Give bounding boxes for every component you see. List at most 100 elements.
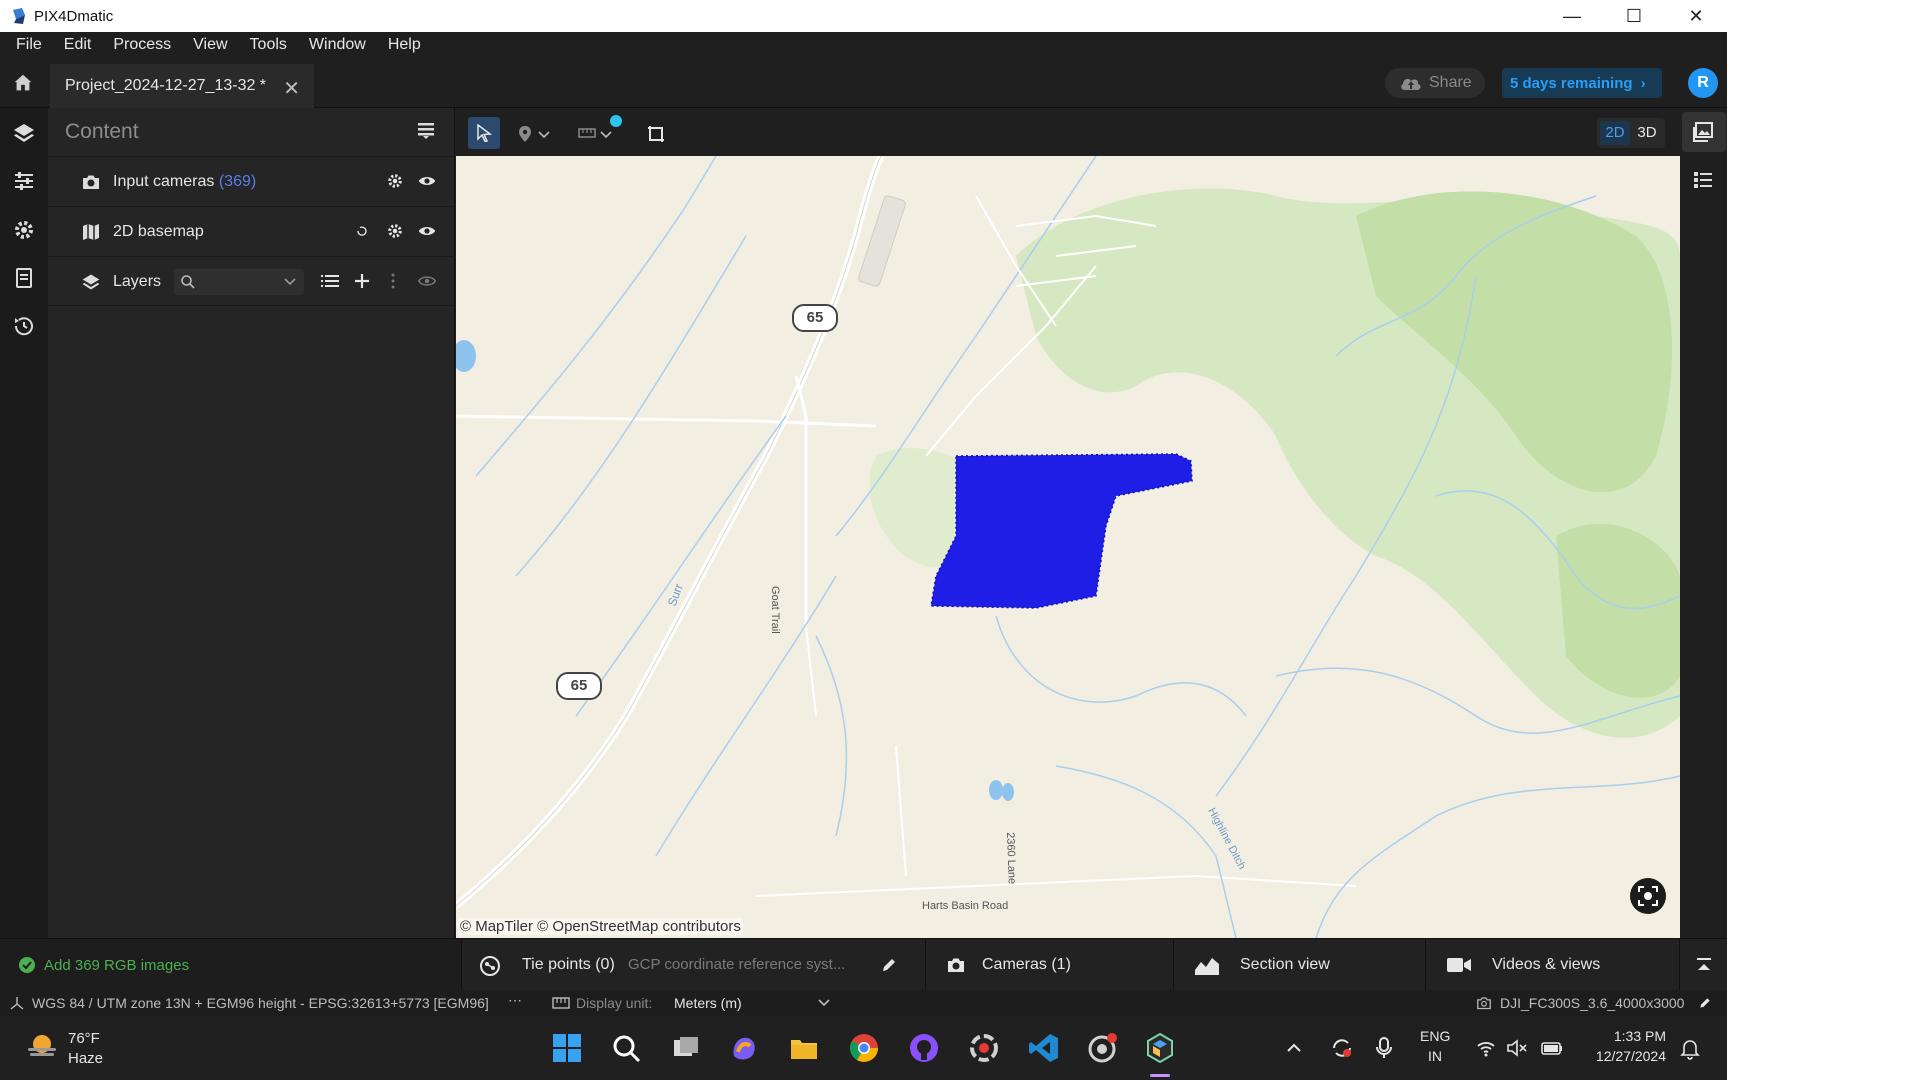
home-icon[interactable] — [12, 72, 34, 94]
expand-panel-button[interactable] — [1679, 939, 1727, 991]
trial-remaining-button[interactable]: 5 days remaining › — [1502, 68, 1662, 98]
weather-widget[interactable]: 76°F Haze — [24, 1028, 103, 1069]
report-icon[interactable] — [12, 266, 36, 290]
github-icon[interactable] — [908, 1032, 940, 1064]
recording-app-icon[interactable] — [1086, 1032, 1118, 1064]
settings-icon[interactable] — [386, 172, 404, 190]
clock-date[interactable]: 12/27/2024 — [1584, 1048, 1666, 1064]
share-button[interactable]: Share — [1385, 68, 1485, 98]
highline-ditch — [1055, 765, 1237, 938]
marker-tool-button[interactable] — [514, 117, 554, 149]
add-layer-icon[interactable] — [353, 272, 371, 290]
chevron-up-icon[interactable] — [1286, 1040, 1302, 1056]
measure-tool-button[interactable] — [576, 115, 622, 149]
menu-help[interactable]: Help — [388, 36, 421, 54]
tab-section-view[interactable]: Section view — [1173, 939, 1425, 991]
notification-bell-icon[interactable] — [1680, 1038, 1700, 1060]
language-region[interactable]: IN — [1428, 1048, 1442, 1064]
chevron-down-icon[interactable] — [284, 277, 296, 287]
tab-videos-views[interactable]: Videos & views — [1425, 939, 1679, 991]
chrome-icon[interactable] — [848, 1032, 880, 1064]
view-3d-button[interactable]: 3D — [1632, 124, 1662, 141]
layers-label: Layers — [113, 273, 162, 290]
menu-view[interactable]: View — [193, 36, 227, 54]
menu-tools[interactable]: Tools — [250, 36, 287, 54]
menu-window[interactable]: Window — [309, 36, 366, 54]
stream — [475, 156, 717, 477]
view-mode-toggle[interactable]: 2D 3D — [1597, 118, 1665, 148]
list-view-icon[interactable] — [320, 272, 340, 290]
window-title: PIX4Dmatic — [34, 7, 114, 25]
menu-edit[interactable]: Edit — [64, 36, 92, 54]
chevron-down-icon[interactable] — [818, 999, 830, 1007]
section-view-icon — [1195, 958, 1219, 975]
vscode-icon[interactable] — [1028, 1032, 1060, 1064]
gear-icon[interactable] — [12, 218, 36, 242]
close-icon[interactable]: ✕ — [1665, 0, 1727, 32]
windows-taskbar: 76°F Haze ENG IN 1:33 PM 12/27/2024 — [0, 1016, 1727, 1080]
language-code[interactable]: ENG — [1420, 1028, 1450, 1044]
cursor-icon — [477, 124, 492, 142]
tab-project[interactable]: Project_2024-12-27_13-32 * ✕ — [50, 64, 314, 108]
menu-file[interactable]: File — [16, 36, 42, 54]
stream — [1315, 775, 1680, 938]
file-explorer-icon[interactable] — [788, 1032, 820, 1064]
more-vertical-icon[interactable] — [390, 272, 396, 290]
layers-search-input[interactable] — [200, 272, 270, 292]
app-window: PIX4Dmatic — ☐ ✕ File Edit Process View … — [0, 0, 1727, 1080]
ruler-icon — [552, 997, 570, 1009]
sliders-icon[interactable] — [12, 169, 36, 193]
videos-views-label: Videos & views — [1492, 956, 1601, 973]
visibility-eye-icon[interactable] — [418, 222, 436, 240]
cloud-upload-icon — [1401, 78, 1421, 90]
refresh-icon[interactable] — [354, 222, 370, 240]
crop-tool-button[interactable] — [640, 117, 672, 149]
crs-text[interactable]: WGS 84 / UTM zone 13N + EGM96 height - E… — [32, 995, 489, 1011]
edit-pencil-icon[interactable] — [1698, 996, 1712, 1010]
battery-charging-icon[interactable] — [1540, 1038, 1564, 1058]
image-gallery-icon[interactable] — [1691, 120, 1715, 144]
display-unit-select[interactable]: Meters (m) — [674, 995, 742, 1011]
recenter-button[interactable] — [1630, 878, 1666, 914]
avatar[interactable]: R — [1688, 68, 1718, 98]
maximize-icon[interactable]: ☐ — [1603, 0, 1665, 32]
content-row-input-cameras[interactable]: Input cameras (369) — [48, 156, 455, 206]
close-tab-icon[interactable]: ✕ — [283, 76, 300, 101]
panel-menu-icon[interactable] — [416, 120, 436, 140]
weather-condition: Haze — [68, 1050, 104, 1067]
settings-icon[interactable] — [386, 222, 404, 240]
pix4dmatic-taskbar-icon[interactable] — [1144, 1032, 1176, 1064]
more-horizontal-icon[interactable]: ⋯ — [508, 992, 522, 1009]
sync-icon[interactable] — [1330, 1036, 1354, 1060]
layers-stack-icon[interactable] — [12, 121, 36, 145]
content-row-2d-basemap[interactable]: 2D basemap — [48, 206, 455, 256]
map-viewport[interactable]: 65 65 Goat Trail Surr 2360 Lane Harts Ba… — [456, 156, 1680, 938]
map-icon — [83, 224, 99, 240]
history-icon[interactable] — [12, 314, 36, 338]
tab-tie-points[interactable]: Tie points (0) GCP coordinate reference … — [461, 939, 925, 991]
wifi-icon[interactable] — [1476, 1038, 1496, 1058]
tab-cameras[interactable]: Cameras (1) — [925, 939, 1173, 991]
map-attribution[interactable]: © MapTiler © OpenStreetMap contributors — [458, 918, 743, 935]
project-tab-label: Project_2024-12-27_13-32 * — [65, 77, 267, 94]
visibility-eye-icon[interactable] — [418, 272, 436, 290]
clock-time[interactable]: 1:33 PM — [1596, 1028, 1666, 1044]
visibility-eye-icon[interactable] — [418, 172, 436, 190]
speaker-muted-icon[interactable] — [1506, 1038, 1528, 1058]
edit-pencil-icon[interactable] — [880, 956, 898, 974]
minimize-icon[interactable]: — — [1541, 0, 1603, 32]
camera-model-text: DJI_FC300S_3.6_4000x3000 — [1500, 995, 1685, 1011]
search-icon[interactable] — [610, 1032, 642, 1064]
highway-65 — [456, 156, 885, 909]
microphone-icon[interactable] — [1374, 1036, 1394, 1060]
copilot-icon[interactable] — [728, 1032, 760, 1064]
status-footer: WGS 84 / UTM zone 13N + EGM96 height - E… — [0, 990, 1727, 1016]
select-tool-button[interactable] — [468, 117, 500, 149]
menu-process[interactable]: Process — [113, 36, 171, 54]
view-2d-button[interactable]: 2D — [1600, 121, 1630, 145]
windows-start-icon[interactable] — [551, 1032, 583, 1064]
app-ring-icon[interactable] — [968, 1032, 1000, 1064]
properties-list-icon[interactable] — [1691, 168, 1715, 192]
task-view-icon[interactable] — [670, 1032, 702, 1064]
layers-search-box[interactable] — [174, 269, 304, 295]
